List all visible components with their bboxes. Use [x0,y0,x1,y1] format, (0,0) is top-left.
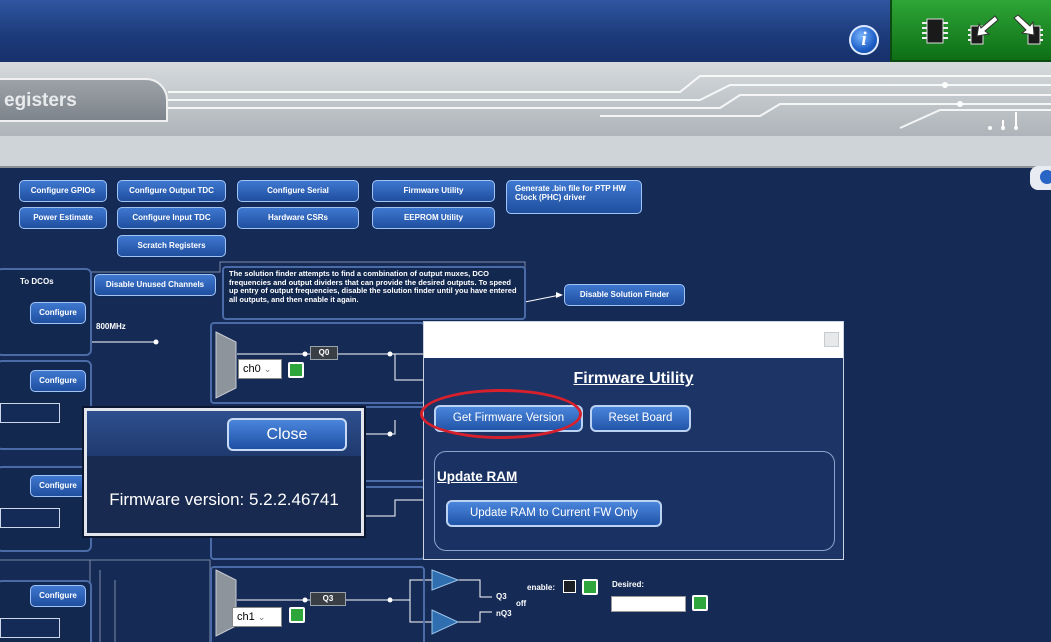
channel-select-0-value: ch0 [243,363,261,375]
close-button[interactable]: Close [227,418,347,451]
scratch-registers-button[interactable]: Scratch Registers [117,235,226,257]
eeprom-utility-button[interactable]: EEPROM Utility [372,207,495,229]
hardware-csrs-button[interactable]: Hardware CSRs [237,207,359,229]
toolbar-panel [890,0,1051,62]
chip-icon[interactable] [919,14,951,48]
firmware-version-popup: Close Firmware version: 5.2.2.46741 [84,408,364,536]
solution-finder-note: The solution finder attempts to find a c… [229,269,517,304]
firmware-version-text: Firmware version: 5.2.2.46741 [109,490,339,509]
frequency-label: 800MHz [96,322,126,331]
update-ram-button[interactable]: Update RAM to Current FW Only [446,500,662,527]
divider [0,166,1051,168]
info-icon[interactable]: i [849,25,879,55]
close-icon[interactable] [824,332,839,347]
disable-unused-channels-button[interactable]: Disable Unused Channels [94,274,216,296]
highlight-annotation [420,389,582,439]
update-ram-title: Update RAM [437,469,518,484]
q3-output-label: Q3 [496,592,507,601]
configure-serial-button[interactable]: Configure Serial [237,180,359,202]
lock-icon[interactable] [289,607,305,623]
popup-header: Close [87,411,361,456]
channel-select-3[interactable]: ch1 ⌄ [232,607,282,627]
solution-finder-note-box: The solution finder attempts to find a c… [222,266,526,320]
desired-label: Desired: [612,580,645,589]
sub-band [0,136,1051,166]
disable-solution-finder-button[interactable]: Disable Solution Finder [564,284,685,306]
output-box-q3: Q3 [310,592,346,606]
tab-label: egisters [4,90,77,111]
enable-checkbox[interactable] [563,580,576,593]
configure-button-3[interactable]: Configure [30,585,86,607]
frequency-input-2[interactable] [0,508,60,528]
import-arrow-icon[interactable] [967,14,999,48]
export-arrow-icon[interactable] [1012,14,1044,48]
off-label: off [516,599,527,608]
dialog-titlebar [424,322,843,358]
configure-output-tdc-button[interactable]: Configure Output TDC [117,180,226,202]
power-estimate-button[interactable]: Power Estimate [19,207,107,229]
configure-button-1[interactable]: Configure [30,370,86,392]
frequency-input-1[interactable] [0,403,60,423]
reset-board-button[interactable]: Reset Board [590,405,691,432]
desired-frequency-input[interactable] [611,596,686,612]
enable-label: enable: [527,583,556,592]
channel-select-3-value: ch1 [237,611,255,623]
firmware-utility-button[interactable]: Firmware Utility [372,180,495,202]
dialog-title: Firmware Utility [573,370,694,387]
frequency-input-3[interactable] [0,618,60,638]
side-tab-icon [1040,170,1051,184]
configure-input-tdc-button[interactable]: Configure Input TDC [117,207,226,229]
configure-button-0[interactable]: Configure [30,302,86,324]
configure-button-2[interactable]: Configure [30,475,86,497]
lock-icon[interactable] [288,362,304,378]
update-ram-section: Update RAM Update RAM to Current FW Only [434,451,835,551]
to-dcos-label: To DCOs [20,277,54,286]
lock-icon[interactable] [692,595,708,611]
lock-icon[interactable] [582,579,598,595]
channel-select-0[interactable]: ch0 ⌄ [238,359,282,379]
generate-bin-button[interactable]: Generate .bin file for PTP HW Clock (PHC… [506,180,642,214]
nq3-output-label: nQ3 [496,609,512,618]
output-box-q0: Q0 [310,346,338,360]
tab-registers[interactable]: egisters [0,78,168,122]
configure-gpios-button[interactable]: Configure GPIOs [19,180,107,202]
firmware-utility-dialog: Firmware Utility Get Firmware Version Re… [423,321,844,560]
